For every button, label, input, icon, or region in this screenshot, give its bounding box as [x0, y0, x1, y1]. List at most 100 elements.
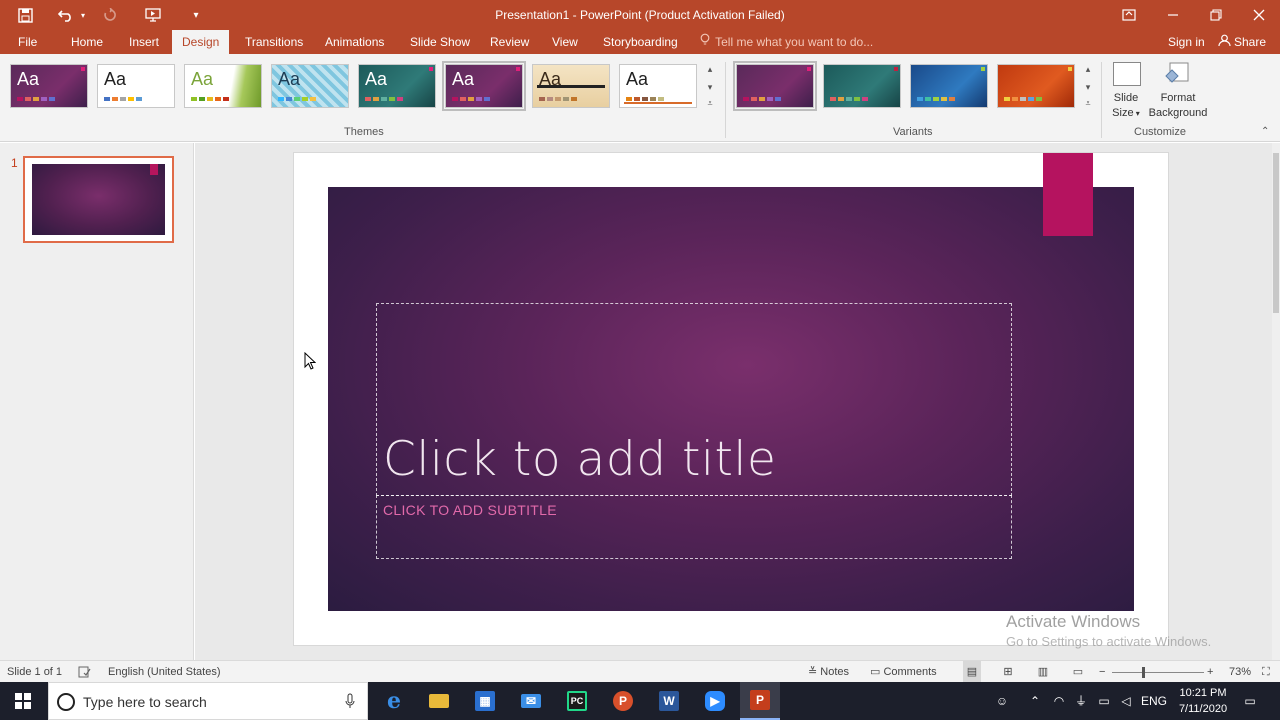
slide-canvas: Click to add title CLICK TO ADD SUBTITLE [293, 152, 1169, 646]
title-placeholder-text: Click to add title [383, 432, 777, 487]
sign-in-link[interactable]: Sign in [1168, 30, 1205, 54]
tab-storyboarding[interactable]: Storyboarding [603, 30, 678, 54]
tab-file[interactable]: File [18, 30, 37, 54]
scrollbar-thumb[interactable] [1273, 153, 1279, 313]
slide-size-label-2: Size ▾ [1112, 107, 1140, 119]
variants-more-icon[interactable]: ⩡ [1082, 98, 1094, 109]
taskbar-search-placeholder: Type here to search [83, 694, 207, 710]
theme-thumb-pattern[interactable]: Aa [271, 64, 349, 108]
word-icon[interactable]: W [653, 686, 685, 716]
people-icon[interactable]: ☺ [990, 682, 1014, 720]
store-icon[interactable]: ▦ [469, 686, 501, 716]
lightbulb-icon [700, 30, 712, 54]
zoom-level[interactable]: 73% [1229, 661, 1251, 683]
start-button[interactable] [0, 682, 46, 720]
themes-scroll-up-icon[interactable]: ▴ [704, 64, 716, 75]
format-background-label-2: Background [1148, 107, 1208, 119]
tab-insert[interactable]: Insert [129, 30, 159, 54]
theme-thumb-retrospect[interactable]: Aa [619, 64, 697, 108]
zoom-slider-thumb[interactable] [1142, 667, 1145, 678]
zoom-out-icon[interactable]: − [1099, 661, 1105, 683]
powerpoint-alt-icon[interactable]: P [607, 686, 639, 716]
microphone-icon[interactable] [345, 693, 355, 714]
activate-windows-subtitle: Go to Settings to activate Windows. [1006, 634, 1212, 649]
slide-thumbnail-preview [32, 164, 165, 235]
zoom-app-icon[interactable]: ▶ [699, 686, 731, 716]
variant-thumb-1[interactable] [733, 61, 817, 111]
notification-icon[interactable]: ▭ [1238, 682, 1262, 720]
collapse-ribbon-icon[interactable]: ⌃ [1261, 126, 1269, 137]
theme-thumb-office[interactable]: Aa [97, 64, 175, 108]
themes-scroll-down-icon[interactable]: ▾ [704, 82, 716, 93]
file-explorer-icon[interactable] [423, 686, 455, 716]
zoom-in-icon[interactable]: + [1207, 661, 1213, 683]
comments-button[interactable]: ▭ Comments [870, 661, 937, 683]
tell-me-text: Tell me what you want to do... [715, 35, 874, 49]
network-icon[interactable]: ◠ [1050, 682, 1068, 720]
theme-thumb-teal[interactable]: Aa [358, 64, 436, 108]
tab-review[interactable]: Review [490, 30, 529, 54]
share-button[interactable]: Share [1218, 30, 1266, 54]
slides-pane: 1 [0, 143, 194, 660]
vertical-scrollbar[interactable] [1272, 143, 1280, 660]
tab-home[interactable]: Home [71, 30, 103, 54]
variants-scroll-up-icon[interactable]: ▴ [1082, 64, 1094, 75]
restore-icon[interactable] [1203, 0, 1229, 30]
variants-scroll-down-icon[interactable]: ▾ [1082, 82, 1094, 93]
taskbar-clock[interactable]: 10:21 PM 7/11/2020 [1172, 685, 1234, 717]
tab-transitions[interactable]: Transitions [245, 30, 303, 54]
variant-thumb-3[interactable] [910, 64, 988, 108]
title-placeholder[interactable]: Click to add title [376, 303, 1012, 496]
zoom-slider[interactable] [1112, 661, 1204, 683]
edge-icon[interactable]: e [378, 686, 410, 716]
design-ribbon: Aa Aa Aa Aa Aa Aa Aa Aa ▴ ▾ ⩡ Themes ▴ ▾… [0, 54, 1280, 142]
theme-thumb-facet[interactable]: Aa [184, 64, 262, 108]
activate-windows-title: Activate Windows [1006, 612, 1141, 631]
spelling-check-icon[interactable] [78, 661, 91, 683]
clock-time: 10:21 PM [1179, 687, 1227, 699]
mail-icon[interactable]: ✉ [515, 686, 547, 716]
taskbar-search-box[interactable]: Type here to search [48, 682, 368, 720]
theme-thumb-wood[interactable]: Aa [532, 64, 610, 108]
tray-chevron-icon[interactable]: ⌃ [1027, 682, 1043, 720]
language-indicator[interactable]: English (United States) [108, 661, 221, 683]
slide-size-label-1: Slide [1113, 92, 1139, 104]
slide-number: 1 [11, 156, 18, 170]
tell-me-box[interactable]: Tell me what you want to do... [700, 30, 873, 54]
tab-animations[interactable]: Animations [325, 30, 384, 54]
ribbon-display-icon[interactable] [1116, 0, 1142, 30]
slide-thumbnail-1[interactable] [23, 156, 174, 243]
variant-thumb-2[interactable] [823, 64, 901, 108]
format-background-button[interactable]: Format Background [1146, 60, 1210, 122]
input-language[interactable]: ENG [1140, 682, 1168, 720]
variant-thumb-4[interactable] [997, 64, 1075, 108]
tab-view[interactable]: View [552, 30, 578, 54]
slideshow-view-icon[interactable]: ▭ [1069, 661, 1087, 683]
notes-icon: ≚ [808, 666, 821, 678]
powerpoint-window: ▾ ▾ Presentation1 - PowerPoint (Product … [0, 0, 1280, 720]
slide-size-button[interactable]: Slide Size ▾ [1108, 60, 1144, 122]
slide-sorter-icon[interactable]: ⊞ [999, 661, 1017, 683]
powerpoint-taskbar-icon[interactable]: P [740, 682, 780, 720]
reading-view-icon[interactable]: ▥ [1034, 661, 1052, 683]
notes-button[interactable]: ≚ Notes [808, 661, 849, 683]
normal-view-icon[interactable]: ▤ [963, 661, 981, 683]
tab-design[interactable]: Design [172, 30, 230, 54]
tab-slide-show[interactable]: Slide Show [410, 30, 470, 54]
volume-icon[interactable]: ◁ [1117, 682, 1135, 720]
pycharm-icon[interactable]: PC [561, 686, 593, 716]
battery-icon[interactable]: ▭ [1094, 682, 1114, 720]
themes-group-label: Themes [344, 126, 384, 138]
minimize-icon[interactable] [1160, 0, 1186, 30]
close-icon[interactable] [1246, 0, 1272, 30]
themes-more-icon[interactable]: ⩡ [704, 98, 716, 109]
share-label: Share [1234, 35, 1267, 49]
cortana-icon [57, 693, 75, 711]
format-background-label-1: Format [1160, 92, 1196, 104]
fit-to-window-icon[interactable]: ⛶ [1262, 661, 1270, 683]
subtitle-placeholder[interactable]: CLICK TO ADD SUBTITLE [376, 495, 1012, 559]
ribbon-tabs: File Home Insert Design Transitions Anim… [0, 30, 1280, 54]
theme-thumb-1[interactable]: Aa [10, 64, 88, 108]
theme-thumb-selected[interactable]: Aa [442, 61, 526, 111]
usb-icon[interactable]: ⏚ [1072, 682, 1090, 720]
